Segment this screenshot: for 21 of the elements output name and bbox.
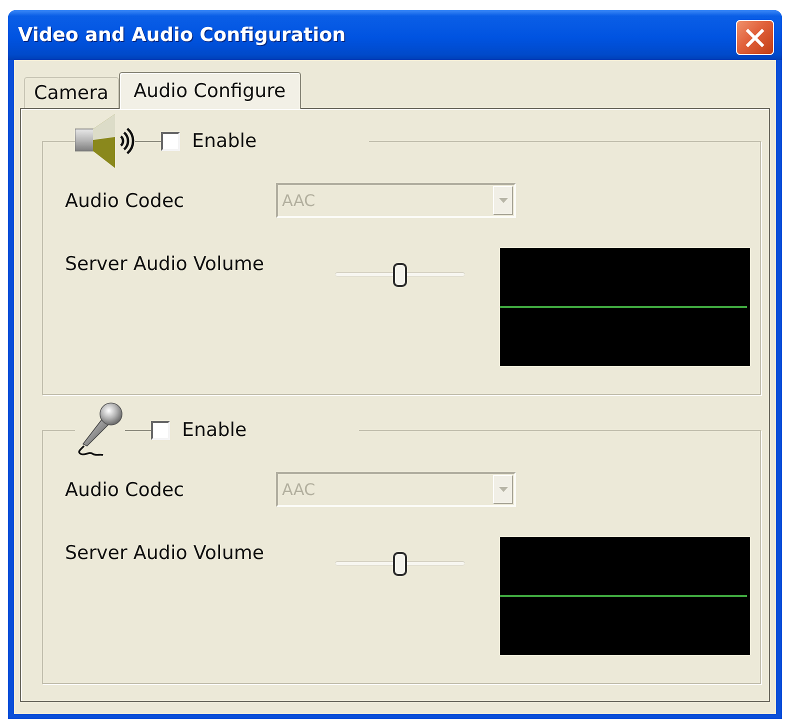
codec-label: Audio Codec bbox=[65, 190, 186, 212]
volume-slider[interactable] bbox=[335, 552, 465, 576]
speaker-icon bbox=[75, 113, 135, 169]
close-icon bbox=[745, 28, 765, 48]
caret-icon bbox=[498, 487, 508, 492]
codec-label: Audio Codec bbox=[65, 478, 186, 500]
slider-thumb[interactable] bbox=[393, 263, 407, 287]
volume-label: Server Audio Volume bbox=[65, 542, 266, 564]
enable-label: Enable bbox=[192, 130, 257, 152]
tab[interactable]: Audio Configure bbox=[118, 72, 301, 109]
volume-slider[interactable] bbox=[335, 263, 465, 287]
enable-label: Enable bbox=[182, 419, 247, 441]
caret-icon bbox=[498, 198, 508, 203]
enable-checkbox[interactable] bbox=[161, 132, 180, 150]
window-title: Video and Audio Configuration bbox=[18, 24, 346, 46]
close-button[interactable] bbox=[736, 20, 774, 55]
microphone-icon bbox=[75, 402, 125, 458]
volume-label: Server Audio Volume bbox=[65, 253, 266, 275]
enable-checkbox[interactable] bbox=[151, 420, 170, 440]
tab[interactable]: Camera bbox=[24, 77, 119, 108]
slider-thumb[interactable] bbox=[393, 552, 407, 576]
